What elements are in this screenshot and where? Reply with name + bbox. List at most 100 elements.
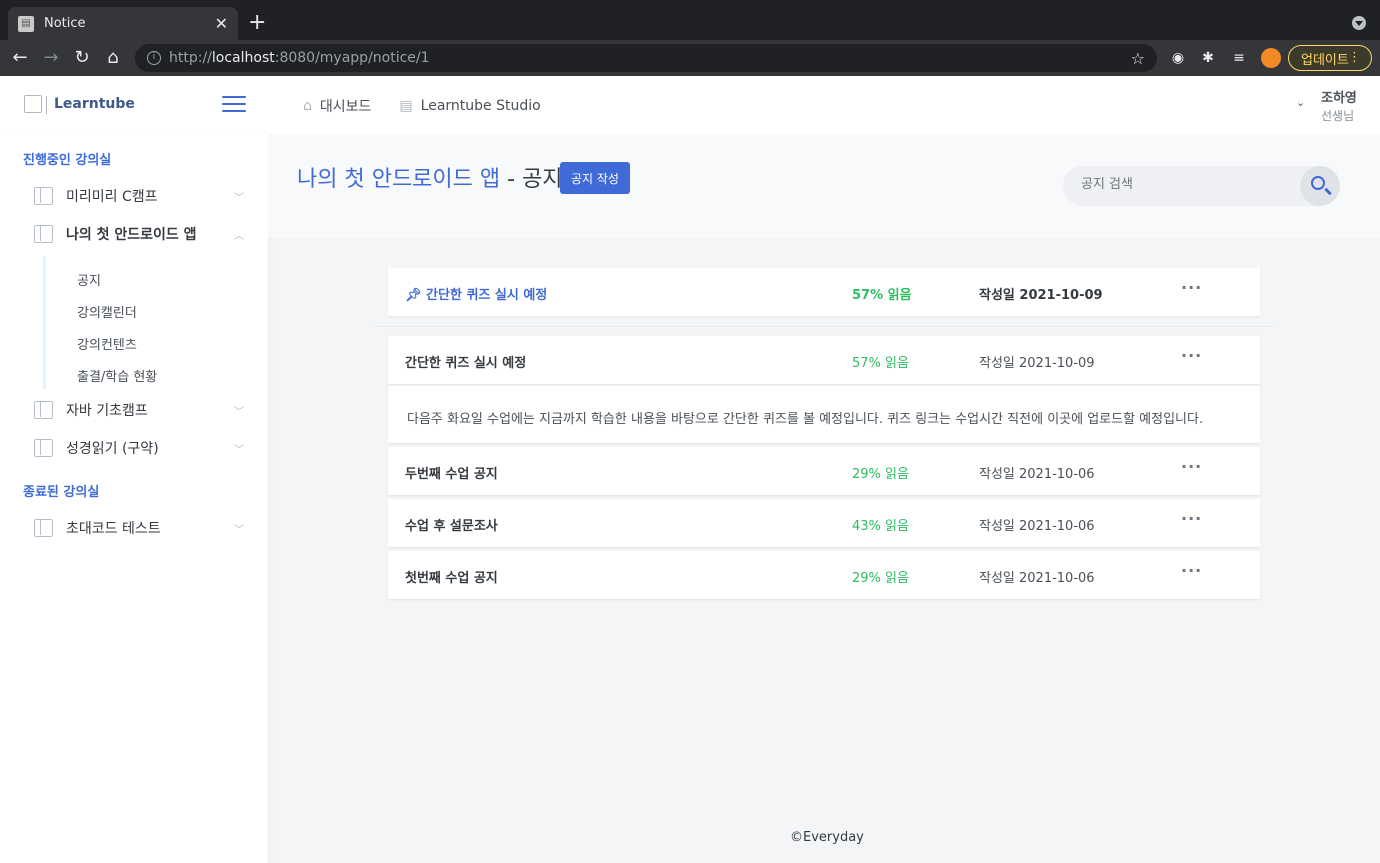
- table-row[interactable]: 두번째 수업 공지 29% 읽음 작성일 2021-10-06 ···: [388, 447, 1260, 495]
- url-scheme: http://: [169, 50, 212, 66]
- sidebar-course-invite-test[interactable]: 초대코드 테스트 ﹀: [34, 515, 244, 541]
- sidebar-course-bible[interactable]: 성경읽기 (구약) ﹀: [34, 435, 244, 461]
- user-menu-chevron-icon[interactable]: ⌄: [1296, 96, 1305, 109]
- table-row[interactable]: 수업 후 설문조사 43% 읽음 작성일 2021-10-06 ···: [388, 499, 1260, 547]
- more-options-icon[interactable]: ···: [1181, 346, 1202, 365]
- more-options-icon[interactable]: ···: [1181, 509, 1202, 528]
- update-label: 업데이트: [1301, 52, 1349, 68]
- book-icon: [34, 519, 53, 537]
- bookmark-star-icon[interactable]: ☆: [1131, 49, 1145, 68]
- submenu-indicator: [43, 256, 46, 389]
- browser-update-button[interactable]: 업데이트 ⋮: [1288, 45, 1372, 71]
- search-button[interactable]: [1300, 166, 1340, 206]
- write-notice-button[interactable]: 공지 작성: [560, 162, 630, 194]
- media-queue-icon[interactable]: ≡: [1229, 48, 1249, 68]
- extension-icon[interactable]: ◉: [1168, 48, 1188, 68]
- page-title: 나의 첫 안드로이드 앱 - 공지: [297, 161, 563, 193]
- table-row[interactable]: 첫번째 수업 공지 29% 읽음 작성일 2021-10-06 ···: [388, 551, 1260, 599]
- url-host: localhost: [211, 50, 275, 66]
- notice-title[interactable]: 두번째 수업 공지: [405, 463, 498, 482]
- profile-avatar[interactable]: [1261, 48, 1281, 68]
- read-progress: 43% 읽음: [852, 519, 909, 534]
- book-icon: [34, 439, 53, 457]
- sidebar-course-android[interactable]: 나의 첫 안드로이드 앱 ︿: [34, 221, 244, 247]
- chevron-down-icon: ﹀: [234, 406, 244, 418]
- sidebar-course-java[interactable]: 자바 기초캠프 ﹀: [34, 397, 244, 423]
- url-path: :8080/myapp/notice/1: [274, 50, 430, 66]
- notice-date: 작성일 2021-10-06: [979, 467, 1095, 482]
- more-options-icon[interactable]: ···: [1181, 278, 1202, 297]
- puzzle-icon[interactable]: ✱: [1198, 48, 1218, 68]
- pin-icon: 📌︎: [405, 288, 422, 303]
- nav-studio[interactable]: ▤ Learntube Studio: [399, 98, 540, 114]
- notice-body-text: 다음주 화요일 수업에는 지금까지 학습한 내용을 바탕으로 간단한 퀴즈를 볼…: [407, 412, 1204, 427]
- home-icon: ⌂: [303, 98, 312, 114]
- forward-icon[interactable]: →: [39, 46, 63, 70]
- submenu-attendance[interactable]: 출결/학습 현황: [77, 366, 157, 385]
- sidebar-course-c-camp[interactable]: 미리미리 C캠프 ﹀: [34, 183, 244, 209]
- notice-title[interactable]: 첫번째 수업 공지: [405, 567, 498, 586]
- nav-studio-label: Learntube Studio: [420, 98, 541, 114]
- read-progress: 29% 읽음: [852, 571, 909, 586]
- book-icon: [34, 401, 53, 419]
- submenu-notice[interactable]: 공지: [77, 270, 101, 289]
- browser-tab[interactable]: ▤ Notice ✕: [8, 7, 238, 40]
- submenu-contents[interactable]: 강의컨텐츠: [77, 334, 137, 353]
- course-label: 성경읽기 (구약): [66, 441, 159, 457]
- course-name: 나의 첫 안드로이드 앱: [297, 167, 501, 192]
- film-icon: ▤: [399, 98, 413, 114]
- browser-menu-icon[interactable]: ⋮: [1348, 50, 1361, 65]
- course-label: 나의 첫 안드로이드 앱: [66, 227, 197, 243]
- more-options-icon[interactable]: ···: [1181, 457, 1202, 476]
- logo-icon: [24, 95, 47, 114]
- table-row[interactable]: 📌︎ 간단한 퀴즈 실시 예정 57% 읽음 작성일 2021-10-09 ··…: [388, 268, 1260, 316]
- browser-toolbar: ← → ↻ ⌂ i http://localhost:8080/myapp/no…: [0, 40, 1380, 76]
- notice-date: 작성일 2021-10-06: [979, 519, 1095, 534]
- reload-icon[interactable]: ↻: [70, 46, 94, 70]
- new-tab-button[interactable]: +: [248, 10, 266, 36]
- app-header: Learntube ⌂ 대시보드 ▤ Learntube Studio: [0, 76, 1380, 134]
- divider: [374, 326, 1274, 327]
- chevron-down-icon: ﹀: [234, 192, 244, 204]
- tab-close-icon[interactable]: ✕: [215, 14, 228, 33]
- read-progress: 57% 읽음: [852, 356, 909, 371]
- sidebar: 진행중인 강의실 미리미리 C캠프 ﹀ 나의 첫 안드로이드 앱 ︿ 공지 강의…: [0, 134, 268, 863]
- search-input[interactable]: [1081, 177, 1281, 192]
- chevron-up-icon: ︿: [234, 230, 244, 242]
- nav-dashboard-label: 대시보드: [319, 99, 372, 115]
- top-nav: ⌂ 대시보드 ▤ Learntube Studio: [303, 96, 569, 116]
- notice-body: 다음주 화요일 수업에는 지금까지 학습한 내용을 바탕으로 간단한 퀴즈를 볼…: [388, 386, 1260, 443]
- nav-dashboard[interactable]: ⌂ 대시보드: [303, 96, 371, 116]
- notice-card: 수업 후 설문조사 43% 읽음 작성일 2021-10-06 ···: [388, 499, 1260, 547]
- hamburger-menu-icon[interactable]: [222, 96, 246, 112]
- tab-search-icon[interactable]: [1352, 16, 1366, 30]
- table-row[interactable]: 간단한 퀴즈 실시 예정 57% 읽음 작성일 2021-10-09 ···: [388, 336, 1260, 384]
- notice-search: [1063, 166, 1340, 206]
- notice-date: 작성일 2021-10-06: [979, 571, 1095, 586]
- search-icon: [1311, 176, 1325, 190]
- site-info-icon[interactable]: i: [147, 51, 161, 65]
- notice-card: 첫번째 수업 공지 29% 읽음 작성일 2021-10-06 ···: [388, 551, 1260, 599]
- pinned-notice-card: 📌︎ 간단한 퀴즈 실시 예정 57% 읽음 작성일 2021-10-09 ··…: [388, 268, 1260, 316]
- notice-date: 작성일 2021-10-09: [979, 288, 1103, 303]
- notice-title[interactable]: 수업 후 설문조사: [405, 515, 498, 534]
- read-progress: 57% 읽음: [852, 288, 912, 303]
- book-icon: [34, 187, 53, 205]
- title-suffix: - 공지: [500, 167, 563, 192]
- notice-date: 작성일 2021-10-09: [979, 356, 1095, 371]
- notice-title[interactable]: 간단한 퀴즈 실시 예정: [405, 352, 526, 371]
- user-name[interactable]: 조하영: [1321, 87, 1357, 106]
- submenu-calendar[interactable]: 강의캘린더: [77, 302, 137, 321]
- address-bar[interactable]: i http://localhost:8080/myapp/notice/1 ☆: [135, 44, 1157, 72]
- back-icon[interactable]: ←: [8, 46, 32, 70]
- notice-card: 간단한 퀴즈 실시 예정 57% 읽음 작성일 2021-10-09 ···: [388, 336, 1260, 384]
- browser-tabbar: ▤ Notice ✕ +: [0, 0, 1380, 40]
- page-title-section: 나의 첫 안드로이드 앱 - 공지 공지 작성: [268, 134, 1380, 238]
- notice-title[interactable]: 📌︎ 간단한 퀴즈 실시 예정: [405, 284, 547, 303]
- logo[interactable]: Learntube: [24, 95, 135, 114]
- course-label: 자바 기초캠프: [66, 403, 148, 419]
- chevron-down-icon: ﹀: [234, 524, 244, 536]
- home-button-icon[interactable]: ⌂: [101, 46, 125, 70]
- more-options-icon[interactable]: ···: [1181, 561, 1202, 580]
- notice-card: 두번째 수업 공지 29% 읽음 작성일 2021-10-06 ···: [388, 447, 1260, 495]
